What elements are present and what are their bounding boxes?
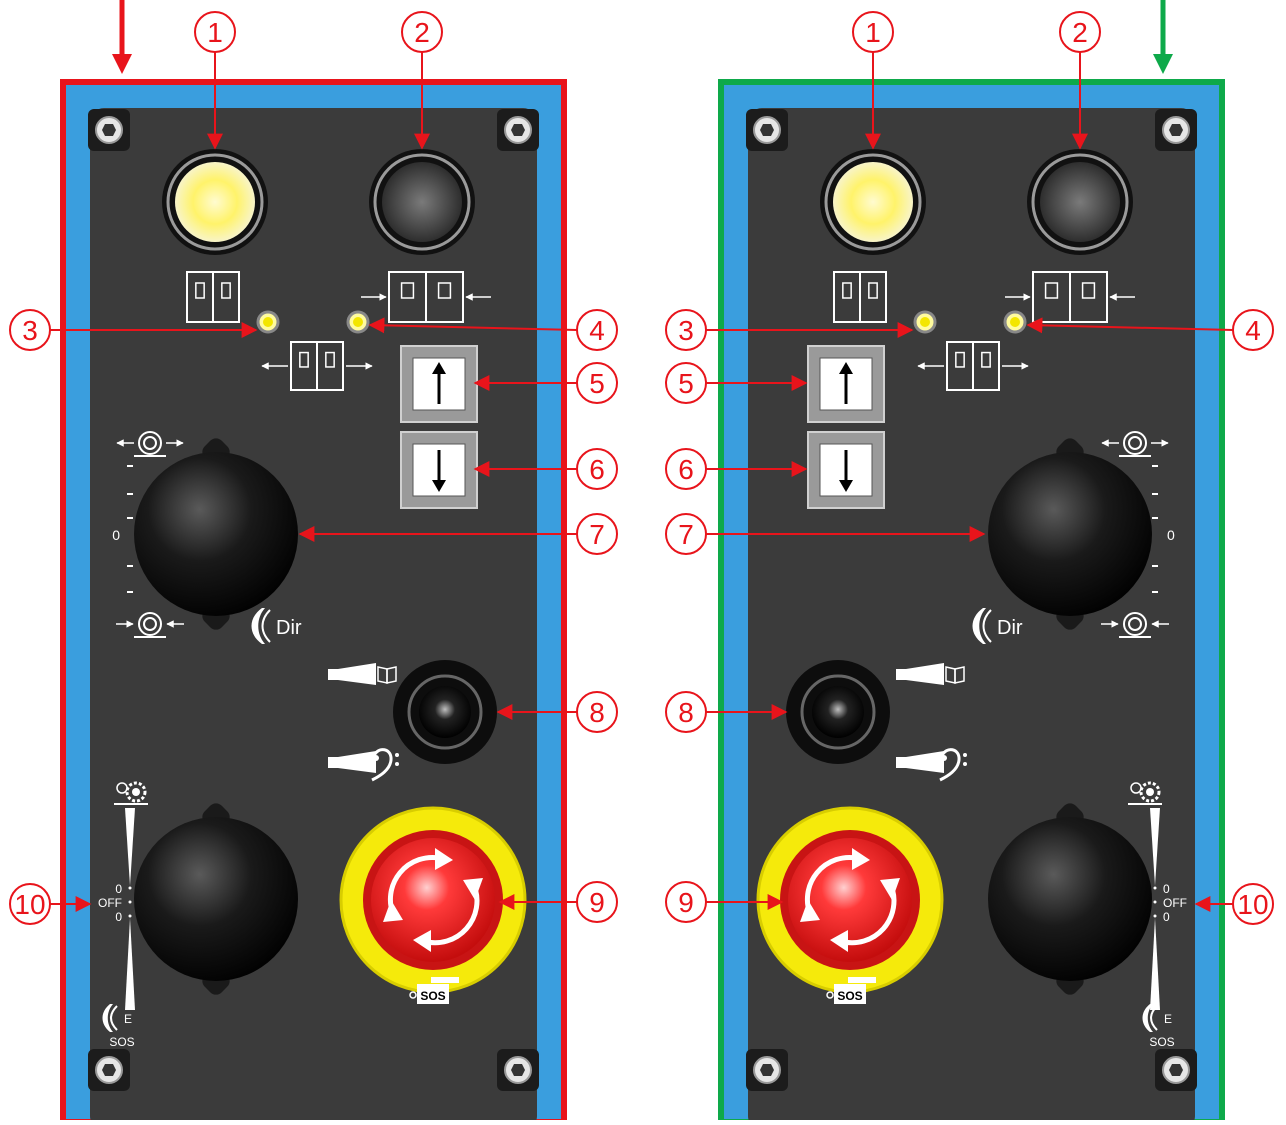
indicator-3-core: [263, 317, 273, 327]
panel-right: 1 23 4560Dir78SOS9 0OFF0ESOS10: [665, 0, 1274, 1125]
panel-left: 1 23 4560Dir78SOS90OFF0ESOS10: [9, 0, 618, 1125]
sos-estop-label: SOS: [420, 989, 445, 1003]
gear-hub: [1146, 788, 1154, 796]
callout-3: 3: [22, 315, 38, 346]
clef-dot: [395, 753, 399, 757]
mode-switch[interactable]: [988, 817, 1152, 981]
lamp-1[interactable]: [175, 162, 255, 242]
scale-dot: [128, 914, 132, 918]
scale-dot: [128, 886, 132, 890]
gear-hub: [132, 788, 140, 796]
callout-10: 10: [1237, 889, 1268, 920]
knob-zero-label: 0: [1167, 527, 1175, 543]
direction-knob[interactable]: [134, 452, 298, 616]
screw-hex-icon: [511, 1064, 525, 1076]
down-button[interactable]: [807, 431, 885, 509]
joystick[interactable]: [419, 686, 471, 738]
sos-finger: [848, 977, 876, 983]
callout-8: 8: [678, 697, 694, 728]
screw-hex-icon: [102, 1064, 116, 1076]
switch-off-label: OFF: [1163, 896, 1187, 910]
scale-dot: [1153, 886, 1157, 890]
indicator-4-core: [353, 317, 363, 327]
callout-6: 6: [678, 454, 694, 485]
up-button[interactable]: [400, 345, 478, 423]
e-label: E: [1164, 1012, 1172, 1026]
callout-9: 9: [678, 887, 694, 918]
lamp-2[interactable]: [382, 162, 462, 242]
switch-off-label: OFF: [98, 896, 122, 910]
callout-9: 9: [589, 887, 605, 918]
sos-switch-label: SOS: [109, 1035, 134, 1049]
callout-1: 1: [865, 17, 881, 48]
lamp-1[interactable]: [833, 162, 913, 242]
joystick[interactable]: [812, 686, 864, 738]
callout-7: 7: [678, 519, 694, 550]
scale-dot: [1153, 900, 1157, 904]
lamp-2[interactable]: [1040, 162, 1120, 242]
callout-8: 8: [589, 697, 605, 728]
scale-dot: [1153, 914, 1157, 918]
clef-dot: [963, 762, 967, 766]
callout-10: 10: [14, 889, 45, 920]
sos-estop-label: SOS: [837, 989, 862, 1003]
sos-switch-label: SOS: [1149, 1035, 1174, 1049]
screw-hex-icon: [102, 124, 116, 136]
dir-label: Dir: [276, 617, 302, 639]
callout-5: 5: [678, 368, 694, 399]
entry-arrowhead: [112, 54, 132, 74]
knob-zero-label: 0: [112, 527, 120, 543]
scale-dot: [128, 900, 132, 904]
dir-label: Dir: [997, 617, 1023, 639]
clef-dot: [395, 762, 399, 766]
mode-switch[interactable]: [134, 817, 298, 981]
callout-2: 2: [1072, 17, 1088, 48]
callout-4: 4: [1245, 315, 1261, 346]
callout-4: 4: [589, 315, 605, 346]
direction-knob[interactable]: [988, 452, 1152, 616]
indicator-4-core: [1010, 317, 1020, 327]
clef-dot: [373, 755, 379, 761]
callout-5: 5: [589, 368, 605, 399]
screw-hex-icon: [760, 1064, 774, 1076]
sos-finger: [431, 977, 459, 983]
switch-zero-top: 0: [1163, 882, 1170, 896]
entry-arrowhead: [1153, 54, 1173, 74]
switch-zero-bottom: 0: [115, 910, 122, 924]
callout-1: 1: [207, 17, 223, 48]
e-label: E: [124, 1012, 132, 1026]
callout-3: 3: [678, 315, 694, 346]
callout-2: 2: [414, 17, 430, 48]
control-panel-diagram: 1 23 4560Dir78SOS90OFF0ESOS101 23 4560Dir78S…: [9, 0, 1274, 1125]
up-button[interactable]: [807, 345, 885, 423]
callout-7: 7: [589, 519, 605, 550]
callout-6: 6: [589, 454, 605, 485]
indicator-3-core: [920, 317, 930, 327]
switch-zero-top: 0: [115, 882, 122, 896]
switch-zero-bottom: 0: [1163, 910, 1170, 924]
clef-dot: [963, 753, 967, 757]
down-button[interactable]: [400, 431, 478, 509]
clef-dot: [941, 755, 947, 761]
screw-hex-icon: [1169, 1064, 1183, 1076]
